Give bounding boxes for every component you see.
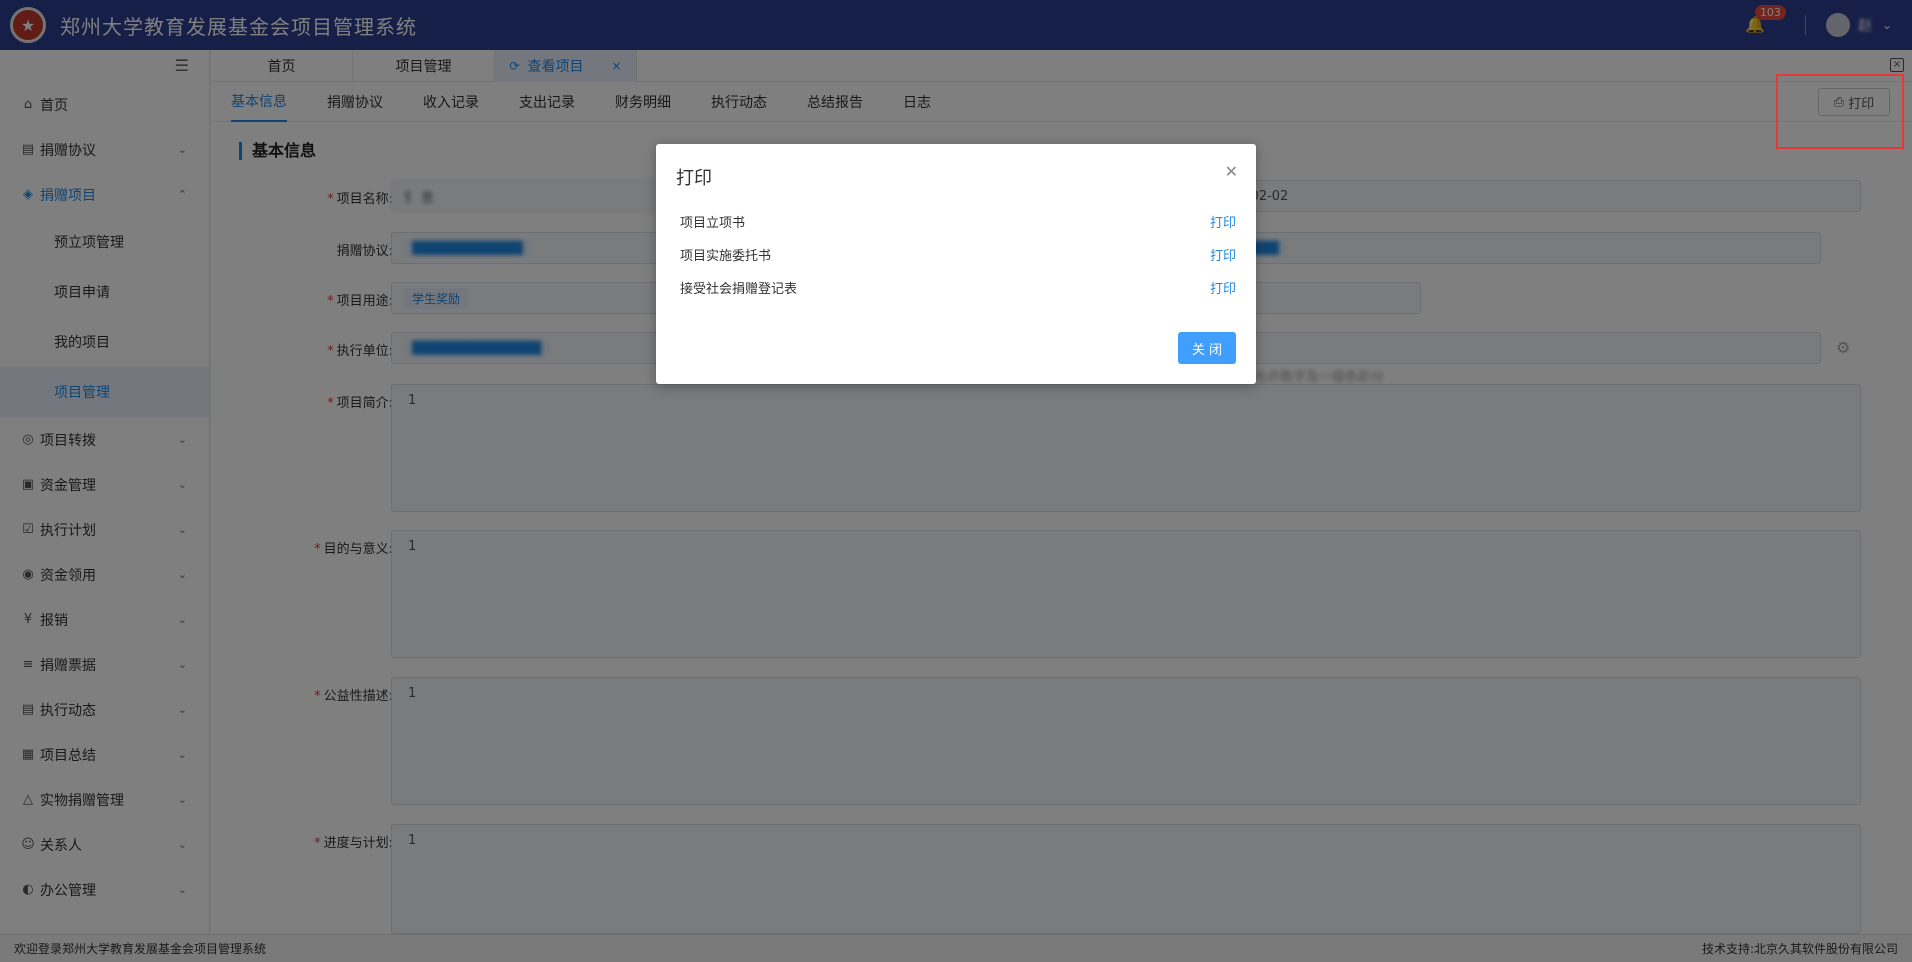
dialog-row: 接受社会捐赠登记表 打印: [680, 278, 1236, 298]
dialog-close-button[interactable]: 关 闭: [1178, 332, 1236, 364]
dialog-row: 项目实施委托书 打印: [680, 245, 1236, 265]
print-link-project-proposal[interactable]: 打印: [1210, 212, 1236, 231]
close-icon[interactable]: ✕: [1225, 162, 1238, 181]
print-link-donation-register[interactable]: 打印: [1210, 278, 1236, 297]
print-dialog: 打印 ✕ 项目立项书 打印 项目实施委托书 打印 接受社会捐赠登记表 打印 关 …: [656, 144, 1256, 384]
dialog-row: 项目立项书 打印: [680, 212, 1236, 232]
highlight-annotation: [1776, 74, 1904, 149]
dialog-title: 打印: [676, 168, 712, 189]
print-link-entrust-letter[interactable]: 打印: [1210, 245, 1236, 264]
